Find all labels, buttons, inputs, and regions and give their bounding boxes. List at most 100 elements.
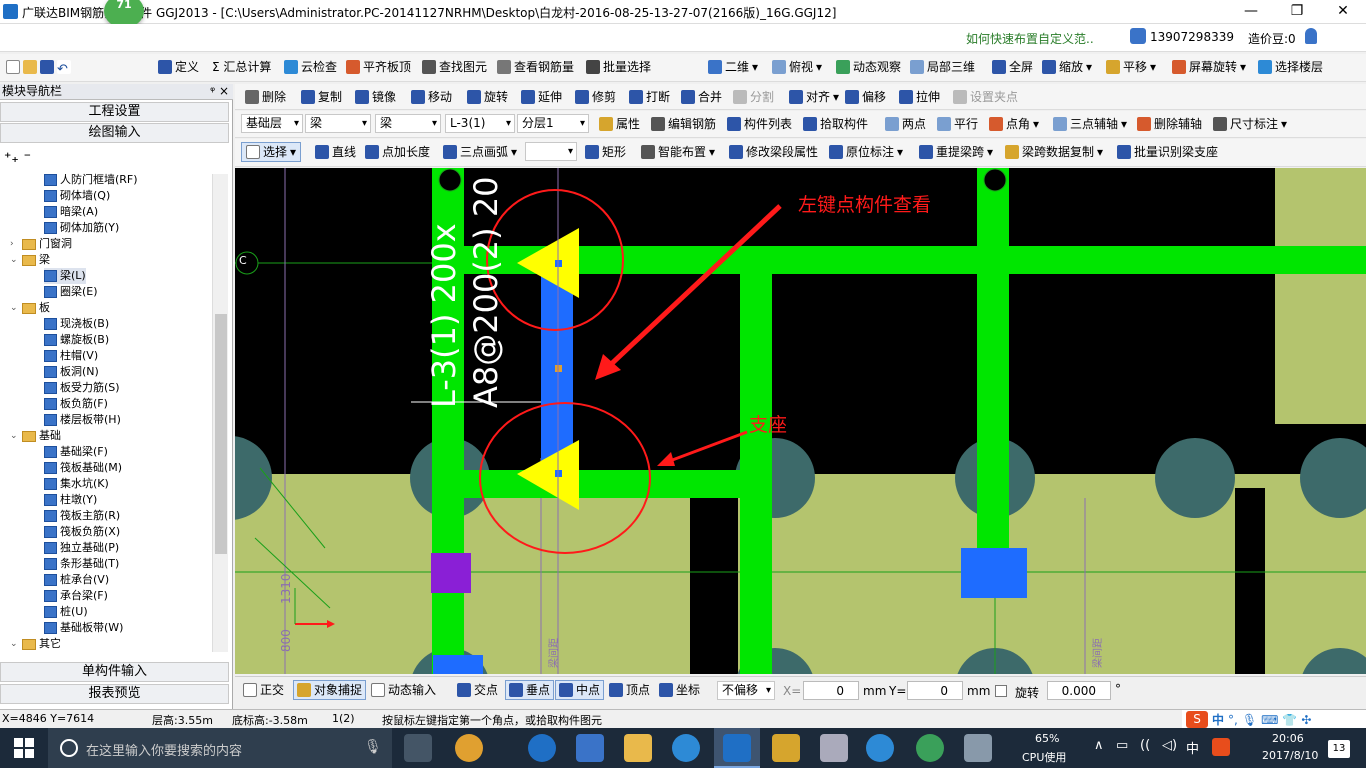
tree-item[interactable]: 承台梁(F) [44, 588, 108, 604]
perpendicular-snap[interactable]: 垂点 [505, 680, 555, 700]
microphone-icon[interactable]: 🎙 [364, 739, 382, 755]
move-button[interactable]: 移动 [411, 87, 452, 107]
store-icon[interactable] [576, 734, 604, 762]
tree-item[interactable]: 砌体墙(Q) [44, 188, 110, 204]
modify-span-attr-button[interactable]: 修改梁段属性 [729, 142, 818, 162]
dynamic-input-toggle[interactable]: 动态输入 [371, 680, 436, 700]
tree-folder[interactable]: ⌄ 板 [10, 300, 50, 316]
vertex-snap[interactable]: 顶点 [609, 680, 650, 700]
align-slab-button[interactable]: 平齐板顶 [346, 57, 411, 77]
user-phone[interactable]: 13907298339 [1150, 30, 1234, 44]
close-button[interactable]: ✕ [1320, 0, 1366, 24]
ime-mode[interactable]: 中 [1212, 711, 1224, 728]
arc-option-select[interactable] [525, 142, 577, 161]
trim-button[interactable]: 修剪 [575, 87, 616, 107]
view-rebar-button[interactable]: 查看钢筋量 [497, 57, 574, 77]
delete-axis-button[interactable]: 删除辅轴 [1137, 114, 1202, 134]
tree-item[interactable]: 暗梁(A) [44, 204, 98, 220]
tree-folder[interactable]: ⌄ 梁 [10, 252, 50, 268]
dimension-dropdown[interactable]: 尺寸标注 ▾ [1213, 114, 1287, 134]
tree-item[interactable]: 圈梁(E) [44, 284, 98, 300]
notepad-icon[interactable] [772, 734, 800, 762]
midpoint-snap[interactable]: 中点 [555, 680, 605, 700]
help-link[interactable]: 如何快速布置自定义范.. [966, 30, 1094, 47]
tools-icon[interactable]: ✣ [1301, 713, 1311, 727]
two-point-button[interactable]: 两点 [885, 114, 926, 134]
offset-mode-select[interactable]: 不偏移 [717, 681, 775, 700]
re-extract-span-dropdown[interactable]: 重提梁跨 ▾ [919, 142, 993, 162]
point-length-button[interactable]: 点加长度 [365, 142, 430, 162]
glodon-app-icon[interactable] [672, 734, 700, 762]
skin-icon[interactable]: 👕 [1282, 713, 1297, 727]
x-offset-input[interactable] [803, 681, 859, 700]
bell-icon[interactable] [1305, 28, 1317, 44]
y-offset-input[interactable] [907, 681, 963, 700]
tree-item[interactable]: 筏板主筋(R) [44, 508, 120, 524]
copy-span-data-dropdown[interactable]: 梁跨数据复制 ▾ [1005, 142, 1103, 162]
nav-pin-close[interactable]: ᵠ × [210, 84, 229, 99]
type-select[interactable]: 梁 [375, 114, 441, 133]
tree-scrollbar[interactable] [212, 174, 228, 652]
help-app-icon[interactable] [820, 734, 848, 762]
single-component-input-button[interactable]: 单构件输入 [0, 662, 229, 682]
save-icon[interactable] [40, 60, 54, 74]
open-folder-icon[interactable] [23, 60, 37, 74]
tray-ime[interactable]: 中 [1186, 738, 1199, 757]
in-situ-annotation-dropdown[interactable]: 原位标注 ▾ [829, 142, 903, 162]
tree-folder[interactable]: › 门窗洞 [10, 236, 72, 252]
clock-time[interactable]: 20:06 [1272, 732, 1304, 745]
dynamic-view-button[interactable]: 动态观察 [836, 57, 901, 77]
rectangle-button[interactable]: 矩形 [585, 142, 626, 162]
network-icon[interactable]: ▭ [1116, 738, 1128, 753]
component-list-button[interactable]: 构件列表 [727, 114, 792, 134]
split-button[interactable]: 分割 [733, 87, 774, 107]
pan-dropdown[interactable]: 平移 ▾ [1106, 57, 1156, 77]
taskbar-search[interactable]: 在这里输入你要搜索的内容 🎙 [48, 728, 392, 768]
local-3d-button[interactable]: 局部三维 [910, 57, 975, 77]
tree-item[interactable]: 基础梁(F) [44, 444, 108, 460]
mirror-button[interactable]: 镜像 [355, 87, 396, 107]
expand-collapse-icons[interactable]: ⁺₊ ⁻ [4, 150, 31, 166]
tree-folder[interactable]: ⌄ 基础 [10, 428, 61, 444]
glodon-g-icon[interactable] [866, 734, 894, 762]
intersection-snap[interactable]: 交点 [457, 680, 498, 700]
three-point-arc-dropdown[interactable]: 三点画弧 ▾ [443, 142, 517, 162]
taskbar-app-icon[interactable] [455, 734, 483, 762]
tree-item[interactable]: 独立基础(P) [44, 540, 119, 556]
remote-app-icon[interactable] [964, 734, 992, 762]
batch-select-button[interactable]: 批量选择 [586, 57, 651, 77]
tree-item[interactable]: 梁(L) [44, 268, 86, 284]
tree-item[interactable]: 条形基础(T) [44, 556, 119, 572]
property-button[interactable]: 属性 [599, 114, 640, 134]
delete-button[interactable]: 删除 [245, 87, 286, 107]
tree-item[interactable]: 筏板负筋(X) [44, 524, 120, 540]
tree-item[interactable]: 板受力筋(S) [44, 380, 120, 396]
windows-start-icon[interactable] [14, 738, 34, 758]
ime-toolbar[interactable]: S 中 °, 🎙 ⌨ 👕 ✣ [1182, 710, 1366, 729]
tree-item[interactable]: 筏板基础(M) [44, 460, 122, 476]
parallel-button[interactable]: 平行 [937, 114, 978, 134]
app-green-icon[interactable] [916, 734, 944, 762]
pick-component-button[interactable]: 拾取构件 [803, 114, 868, 134]
tree-item[interactable]: 板洞(N) [44, 364, 99, 380]
batch-identify-support-button[interactable]: 批量识别梁支座 [1117, 142, 1218, 162]
tree-item[interactable]: 人防门框墙(RF) [44, 172, 138, 188]
copy-button[interactable]: 复制 [301, 87, 342, 107]
keyboard-icon[interactable]: ⌨ [1261, 713, 1278, 727]
tree-item[interactable]: 集水坑(K) [44, 476, 109, 492]
merge-button[interactable]: 合并 [681, 87, 722, 107]
tree-item[interactable]: 柱墩(Y) [44, 492, 97, 508]
zoom-dropdown[interactable]: 缩放 ▾ [1042, 57, 1092, 77]
rotate-input[interactable] [1047, 681, 1111, 700]
tree-item[interactable]: 桩承台(V) [44, 572, 109, 588]
tree-item[interactable]: 板负筋(F) [44, 396, 108, 412]
expand-arrow-icon[interactable]: ⌄ [10, 428, 19, 444]
undo-icon[interactable]: ↶ [57, 60, 71, 77]
extend-button[interactable]: 延伸 [521, 87, 562, 107]
active-app-tab[interactable] [714, 728, 760, 768]
task-view-icon[interactable] [404, 734, 432, 762]
floor-select[interactable]: 基础层 [241, 114, 303, 133]
file-explorer-icon[interactable] [624, 734, 652, 762]
tree-item[interactable]: 柱帽(V) [44, 348, 98, 364]
coordinate-snap[interactable]: 坐标 [659, 680, 700, 700]
